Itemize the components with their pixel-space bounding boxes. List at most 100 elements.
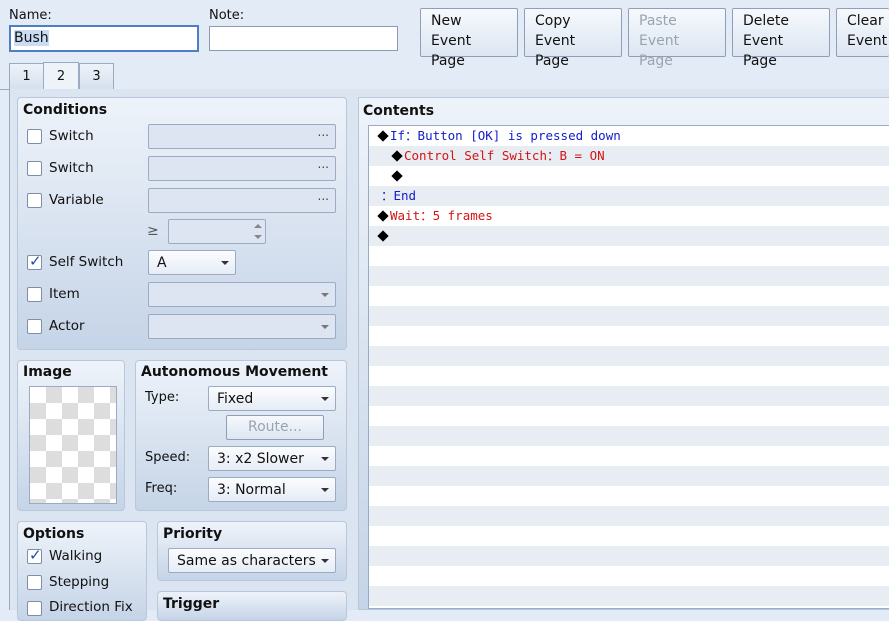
empty-row[interactable] bbox=[369, 426, 889, 446]
walking-checkbox[interactable]: ✓ bbox=[27, 546, 42, 564]
empty-row[interactable] bbox=[369, 266, 889, 286]
copy-event-page-button[interactable]: Copy Event Page bbox=[524, 8, 622, 69]
empty-row[interactable] bbox=[369, 406, 889, 426]
movement-speed-value: 3: x2 Slower bbox=[217, 450, 304, 467]
actor-label: Actor bbox=[49, 318, 85, 334]
movement-speed-dropdown[interactable]: 3: x2 Slower bbox=[208, 446, 336, 471]
chevron-down-icon bbox=[321, 396, 329, 401]
note-field[interactable] bbox=[209, 26, 398, 51]
empty-row[interactable] bbox=[369, 546, 889, 566]
priority-value: Same as characters bbox=[177, 552, 316, 569]
actor-dropdown[interactable] bbox=[148, 314, 336, 339]
empty-row[interactable] bbox=[369, 306, 889, 326]
paste-button-line2: Event Page bbox=[639, 33, 680, 69]
new-event-page-button[interactable]: New Event Page bbox=[420, 8, 518, 69]
autonomous-movement-title: Autonomous Movement bbox=[141, 364, 328, 380]
empty-row[interactable] bbox=[369, 246, 889, 266]
checkmark-icon: ✓ bbox=[29, 546, 42, 564]
copy-button-line2: Event Page bbox=[535, 33, 576, 69]
route-button[interactable]: Route... bbox=[226, 415, 324, 440]
empty-row[interactable] bbox=[369, 386, 889, 406]
greater-equal-symbol: ≥ bbox=[147, 223, 159, 239]
priority-title: Priority bbox=[163, 526, 223, 542]
movement-type-label: Type: bbox=[145, 390, 180, 405]
self-switch-checkbox[interactable]: ✓ bbox=[27, 252, 42, 270]
stepping-checkbox[interactable] bbox=[27, 575, 42, 590]
chevron-down-icon bbox=[321, 558, 329, 563]
empty-row[interactable] bbox=[369, 366, 889, 386]
switch2-selector[interactable]: ... bbox=[148, 156, 336, 181]
command-row[interactable] bbox=[369, 226, 889, 246]
name-field[interactable]: Bush bbox=[9, 25, 199, 52]
item-checkbox[interactable] bbox=[27, 287, 42, 302]
switch1-checkbox[interactable] bbox=[27, 129, 42, 144]
tab-page-1[interactable]: 1 bbox=[9, 63, 44, 89]
direction-fix-checkbox[interactable] bbox=[27, 601, 42, 616]
command-row[interactable]: If：Button [OK] is pressed down bbox=[369, 126, 889, 146]
movement-type-dropdown[interactable]: Fixed bbox=[208, 386, 336, 411]
empty-row[interactable] bbox=[369, 586, 889, 606]
movement-freq-dropdown[interactable]: 3: Normal bbox=[208, 477, 336, 502]
command-marker-icon bbox=[377, 130, 389, 142]
switch1-label: Switch bbox=[49, 128, 94, 144]
command-marker-icon bbox=[391, 150, 403, 162]
empty-row[interactable] bbox=[369, 326, 889, 346]
priority-dropdown[interactable]: Same as characters bbox=[168, 548, 336, 573]
checkmark-icon: ✓ bbox=[29, 252, 42, 270]
command-row[interactable] bbox=[369, 166, 889, 186]
clear-button-line2: Event bbox=[847, 33, 888, 49]
copy-button-line1: Copy bbox=[535, 13, 571, 29]
self-switch-dropdown[interactable]: A bbox=[148, 250, 236, 275]
tab-page-3[interactable]: 3 bbox=[79, 63, 114, 89]
variable-checkbox[interactable] bbox=[27, 193, 42, 208]
delete-button-line2: Event Page bbox=[743, 33, 784, 69]
command-marker-icon bbox=[391, 170, 403, 182]
delete-event-page-button[interactable]: Delete Event Page bbox=[732, 8, 830, 69]
delete-button-line1: Delete bbox=[743, 13, 789, 29]
chevron-down-icon bbox=[321, 456, 329, 461]
variable-number-spinner[interactable] bbox=[168, 219, 266, 244]
new-button-line2: Event Page bbox=[431, 33, 472, 69]
command-row[interactable]: Wait：5 frames bbox=[369, 206, 889, 226]
variable-selector[interactable]: ... bbox=[148, 188, 336, 213]
image-title: Image bbox=[23, 364, 72, 380]
empty-row[interactable] bbox=[369, 526, 889, 546]
variable-label: Variable bbox=[49, 192, 104, 208]
actor-checkbox[interactable] bbox=[27, 319, 42, 334]
name-field-value: Bush bbox=[14, 30, 49, 46]
command-text: Control Self Switch：B = ON bbox=[404, 148, 605, 163]
switch2-checkbox[interactable] bbox=[27, 161, 42, 176]
conditions-title: Conditions bbox=[23, 102, 108, 118]
walking-label: Walking bbox=[49, 548, 103, 564]
empty-row[interactable] bbox=[369, 506, 889, 526]
command-row[interactable]: Control Self Switch：B = ON bbox=[369, 146, 889, 166]
stepping-label: Stepping bbox=[49, 574, 110, 590]
movement-speed-label: Speed: bbox=[145, 450, 191, 465]
spinner-arrows-icon[interactable] bbox=[251, 220, 265, 243]
clear-event-page-button[interactable]: Clear Event bbox=[836, 8, 889, 57]
empty-row[interactable] bbox=[369, 346, 889, 366]
empty-row[interactable] bbox=[369, 446, 889, 466]
chevron-down-icon bbox=[321, 292, 329, 297]
ellipsis-icon: ... bbox=[317, 189, 329, 203]
movement-freq-value: 3: Normal bbox=[217, 481, 286, 498]
tab-page-2[interactable]: 2 bbox=[43, 62, 79, 90]
name-label: Name: bbox=[9, 8, 52, 23]
command-row[interactable]: ：End bbox=[369, 186, 889, 206]
empty-row[interactable] bbox=[369, 566, 889, 586]
paste-event-page-button[interactable]: Paste Event Page bbox=[628, 8, 726, 69]
ellipsis-icon: ... bbox=[317, 157, 329, 171]
command-text: ：End bbox=[381, 188, 417, 203]
ellipsis-icon: ... bbox=[317, 125, 329, 139]
paste-button-line1: Paste bbox=[639, 13, 677, 29]
empty-row[interactable] bbox=[369, 466, 889, 486]
empty-row[interactable] bbox=[369, 286, 889, 306]
item-dropdown[interactable] bbox=[148, 282, 336, 307]
empty-row[interactable] bbox=[369, 486, 889, 506]
event-image-preview[interactable] bbox=[29, 386, 117, 504]
command-marker-icon bbox=[377, 230, 389, 242]
event-command-list[interactable]: If：Button [OK] is pressed down Control Se… bbox=[368, 125, 889, 609]
empty-row[interactable] bbox=[369, 606, 889, 608]
movement-type-value: Fixed bbox=[217, 390, 254, 407]
switch1-selector[interactable]: ... bbox=[148, 124, 336, 149]
